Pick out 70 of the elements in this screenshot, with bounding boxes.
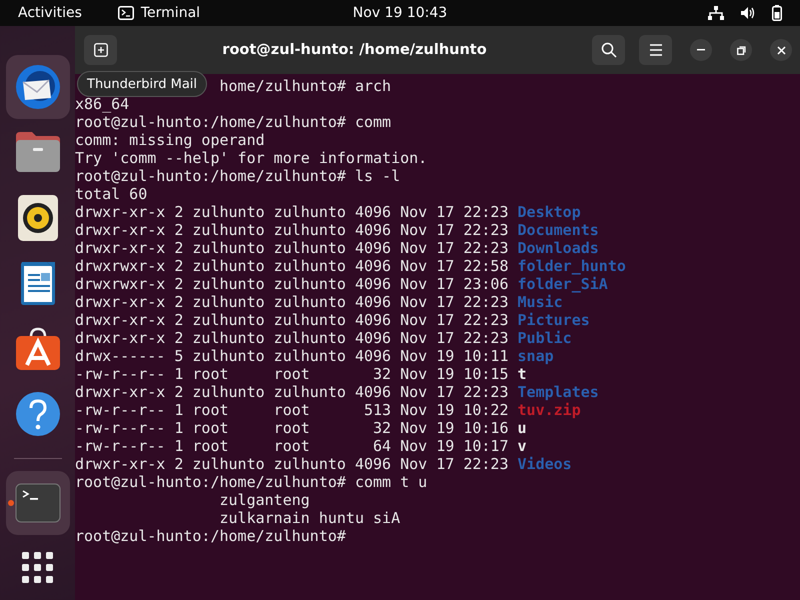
terminal-icon	[118, 6, 134, 20]
help-icon	[14, 391, 60, 438]
file-name: folder_SiA	[518, 275, 608, 293]
terminal-line: drwxrwxr-x 2 zulhunto zulhunto 4096 Nov 17 23:06	[75, 275, 508, 293]
file-name: snap	[518, 347, 554, 365]
terminal-line: -rw-r--r-- 1 root root 32 Nov 19 10:16	[75, 419, 508, 437]
activities-button[interactable]: Activities	[18, 5, 82, 21]
terminal-line: root@zul-hunto:/home/zulhunto# comm	[75, 113, 392, 131]
terminal-line: x86_64	[75, 95, 130, 113]
file-name: Pictures	[518, 311, 590, 329]
menu-icon	[648, 44, 662, 56]
terminal-line: drwxr-xr-x 2 zulhunto zulhunto 4096 Nov 17 22:23	[75, 383, 508, 401]
tooltip: Thunderbird Mail	[77, 71, 208, 97]
terminal-line: -rw-r--r-- 1 root root 64 Nov 19 10:17	[75, 437, 508, 455]
restore-icon	[736, 46, 746, 54]
file-name: tuv.zip	[518, 401, 581, 419]
close-icon	[776, 46, 786, 54]
file-name: v	[518, 437, 527, 455]
terminal-line: drwxr-xr-x 2 zulhunto zulhunto 4096 Nov 17 22:23	[75, 455, 508, 473]
terminal-line: drwxr-xr-x 2 zulhunto zulhunto 4096 Nov 17 22:23	[75, 311, 508, 329]
terminal-line: -rw-r--r-- 1 root root 32 Nov 19 10:15	[75, 365, 508, 383]
terminal-line: Try 'comm --help' for more information.	[75, 149, 428, 167]
file-name: u	[518, 419, 527, 437]
maximize-button[interactable]	[730, 39, 752, 61]
menu-button[interactable]	[639, 35, 672, 65]
terminal-line: total 60	[75, 185, 148, 203]
terminal-line: drwxr-xr-x 2 zulhunto zulhunto 4096 Nov 17 22:23	[75, 239, 508, 257]
terminal-line: drwxr-xr-x 2 zulhunto zulhunto 4096 Nov 17 22:23	[75, 293, 508, 311]
terminal-line: zulkarnain huntu siA	[219, 509, 400, 527]
file-name: Videos	[518, 455, 572, 473]
folder-icon	[14, 130, 62, 174]
file-name: Downloads	[518, 239, 599, 257]
terminal-icon	[14, 482, 60, 523]
terminal-line: drwxr-xr-x 2 zulhunto zulhunto 4096 Nov 17 22:23	[75, 203, 508, 221]
new-tab-icon	[94, 43, 108, 57]
search-button[interactable]	[592, 35, 625, 65]
terminal-line: root@zul-hunto:/home/zulhunto# ls -l	[75, 167, 400, 185]
terminal-line: drwx------ 5 zulhunto zulhunto 4096 Nov 19 10:11	[75, 347, 508, 365]
shopping-bag-icon	[14, 326, 60, 371]
file-name: Documents	[518, 221, 599, 239]
minimize-icon	[697, 49, 705, 51]
terminal-line: home/zulhunto# arch	[219, 77, 392, 95]
new-tab-button[interactable]	[84, 35, 117, 65]
app-menu[interactable]: Terminal	[140, 5, 200, 21]
terminal-line: drwxrwxr-x 2 zulhunto zulhunto 4096 Nov 17 22:58	[75, 257, 508, 275]
search-icon	[600, 42, 616, 58]
app-grid-icon	[22, 552, 54, 584]
file-name: Music	[518, 293, 563, 311]
minimize-button[interactable]	[690, 39, 712, 61]
terminal-line: root@zul-hunto:/home/zulhunto# comm t u	[75, 473, 428, 491]
file-name: Templates	[518, 383, 599, 401]
dock-item[interactable]	[6, 55, 70, 118]
close-button[interactable]	[770, 39, 792, 61]
window-title: root@zul-hunto: /home/zulhunto	[221, 42, 488, 58]
clock[interactable]: Nov 19 10:43	[352, 5, 448, 21]
terminal-line: root@zul-hunto:/home/zulhunto#	[75, 527, 346, 545]
network-icon[interactable]	[708, 6, 724, 20]
terminal-line: -rw-r--r-- 1 root root 513 Nov 19 10:22	[75, 401, 508, 419]
battery-icon[interactable]	[772, 5, 782, 21]
file-name: Public	[518, 329, 572, 347]
volume-icon[interactable]	[740, 6, 756, 20]
file-name: t	[518, 365, 527, 383]
terminal-line: drwxr-xr-x 2 zulhunto zulhunto 4096 Nov 17 22:23	[75, 221, 508, 239]
terminal-line: drwxr-xr-x 2 zulhunto zulhunto 4096 Nov 17 22:23	[75, 329, 508, 347]
file-name: folder_hunto	[518, 257, 626, 275]
document-icon	[18, 260, 56, 306]
terminal-line: zulganteng	[219, 491, 310, 509]
file-name: Desktop	[518, 203, 581, 221]
speaker-icon	[18, 194, 58, 241]
terminal-line: comm: missing operand	[75, 131, 265, 149]
